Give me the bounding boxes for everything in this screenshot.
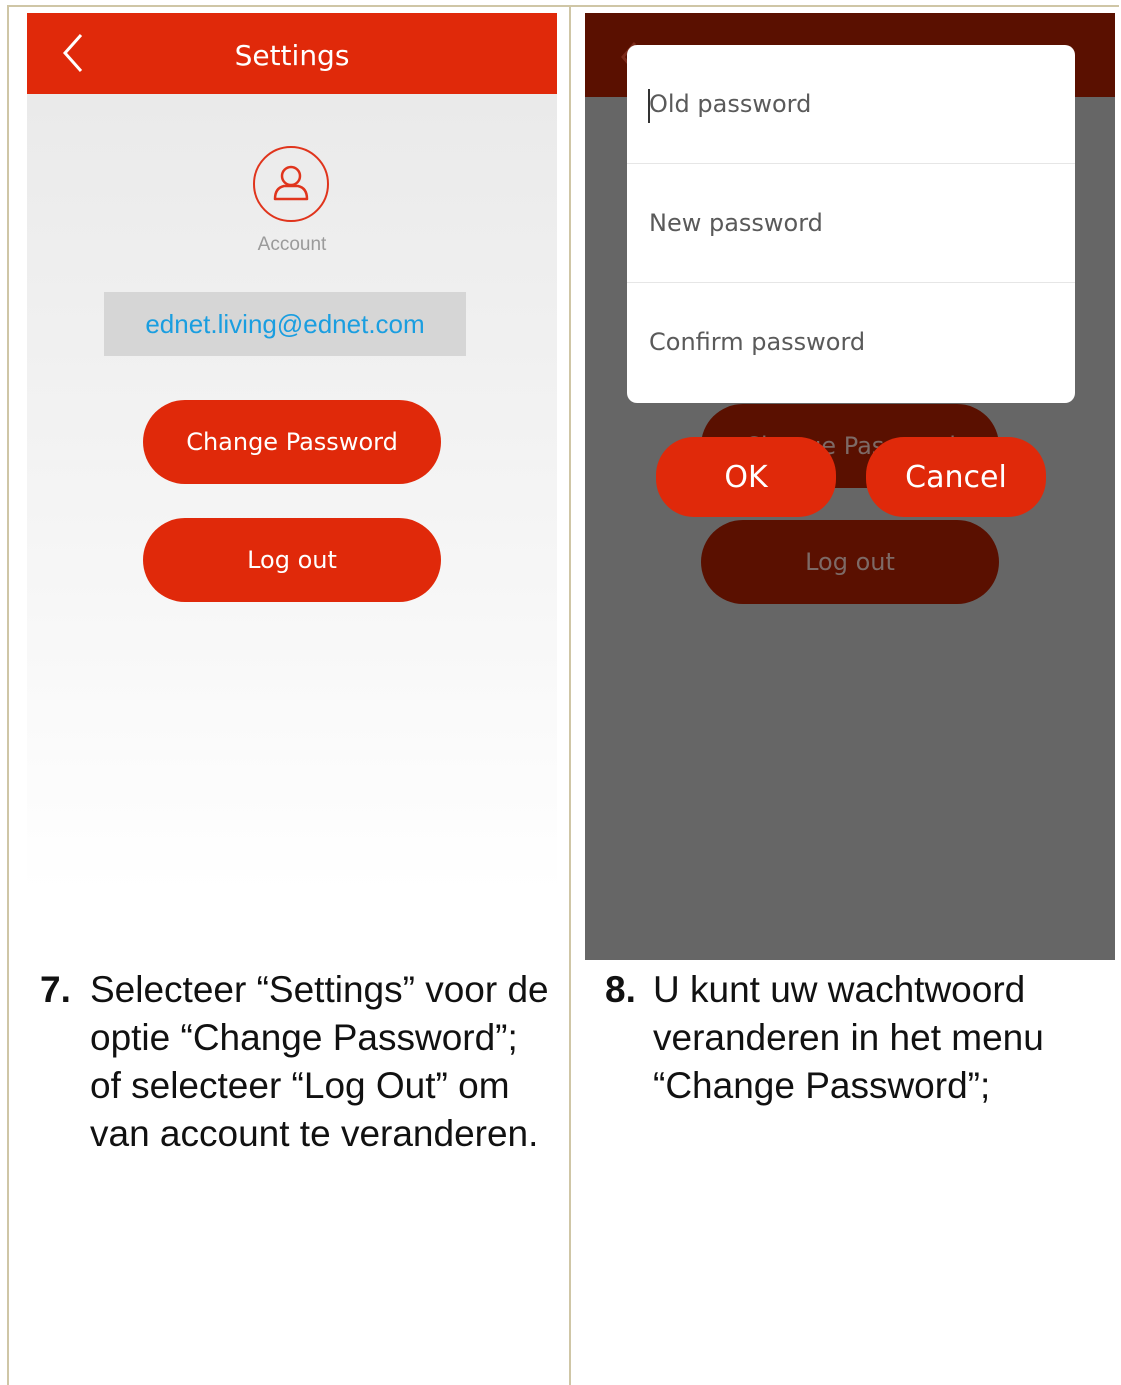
caption-line: van account te veranderen.	[90, 1113, 539, 1154]
step-text: U kunt uw wachtwoord veranderen in het m…	[653, 966, 1044, 1110]
new-password-row	[627, 164, 1075, 283]
logout-button[interactable]: Log out	[143, 518, 441, 602]
caption-line: veranderen in het menu	[653, 1017, 1044, 1058]
table-border-middle	[569, 5, 571, 1385]
app-bar: Settings	[27, 13, 557, 94]
account-label: Account	[257, 234, 327, 255]
change-password-dialog	[627, 45, 1075, 403]
change-password-button[interactable]: Change Password	[143, 400, 441, 484]
step-number: 7.	[40, 969, 71, 1010]
caption-line: of selecteer “Log Out” om	[90, 1065, 510, 1106]
caption-line: Selecteer “Settings” voor de	[90, 969, 549, 1010]
caption-line: optie “Change Password”;	[90, 1017, 518, 1058]
ok-button[interactable]: OK	[656, 437, 836, 517]
caption-line: “Change Password”;	[653, 1065, 991, 1106]
table-border-left	[7, 5, 9, 1385]
new-password-input[interactable]	[649, 204, 1049, 242]
email-text: ednet.living@ednet.com	[145, 309, 425, 339]
cancel-button[interactable]: Cancel	[866, 437, 1046, 517]
email-display: ednet.living@ednet.com	[104, 292, 466, 356]
settings-screen: Settings Account ednet.living@ednet.com …	[27, 13, 557, 893]
old-password-input[interactable]	[649, 85, 1049, 123]
confirm-password-input[interactable]	[649, 323, 1049, 361]
user-icon	[273, 165, 309, 201]
account-avatar[interactable]	[253, 146, 329, 222]
old-password-row	[627, 45, 1075, 164]
logout-button-dimmed: Log out	[701, 520, 999, 604]
text-cursor	[648, 89, 650, 123]
step-number: 8.	[605, 969, 636, 1010]
confirm-password-row	[627, 283, 1075, 402]
page-title: Settings	[234, 39, 350, 72]
step-text: Selecteer “Settings” voor de optie “Chan…	[90, 966, 549, 1158]
change-password-screen: Change Password Log out OK Cancel	[585, 13, 1115, 960]
caption-line: U kunt uw wachtwoord	[653, 969, 1026, 1010]
table-border-top	[7, 5, 1119, 7]
